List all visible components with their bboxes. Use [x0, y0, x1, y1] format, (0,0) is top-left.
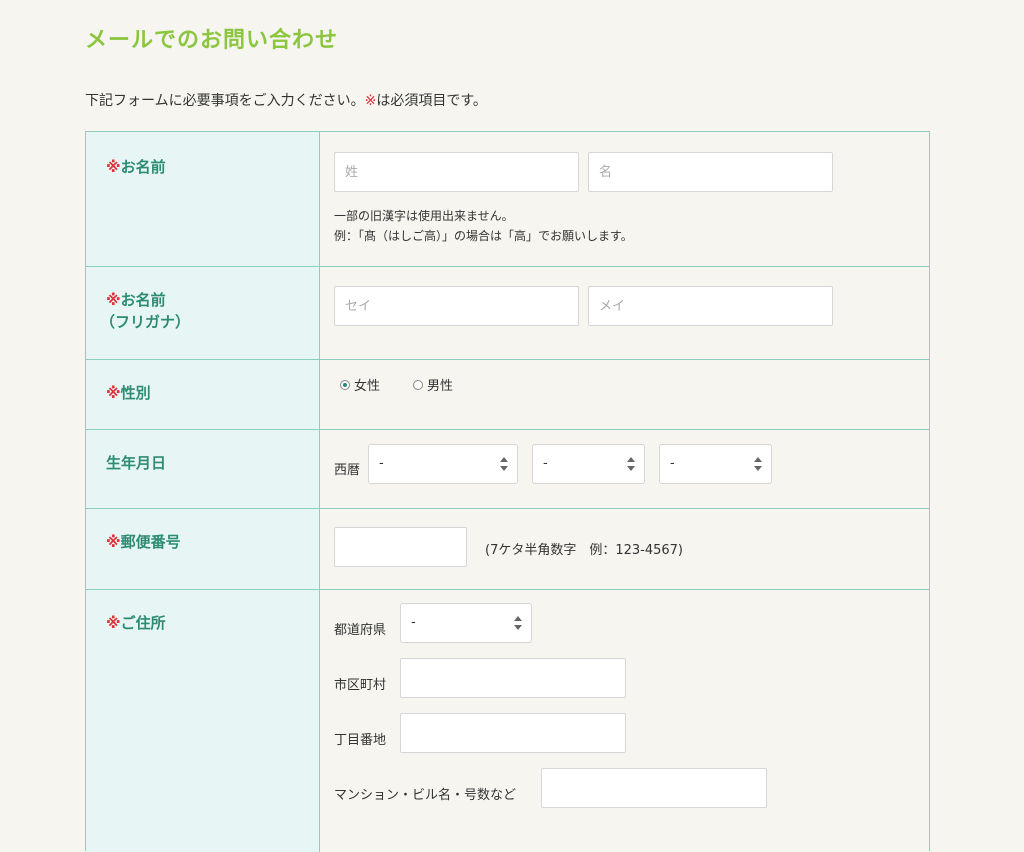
postal-code-input[interactable]	[334, 527, 467, 567]
building-input[interactable]	[541, 768, 767, 808]
row-kana: ※お名前 （フリガナ）	[86, 267, 929, 360]
radio-male[interactable]	[413, 380, 423, 390]
form-intro: 下記フォームに必要事項をご入力ください。※は必須項目です。	[85, 90, 487, 110]
name-label: ※お名前	[106, 158, 166, 176]
intro-text: 下記フォームに必要事項をご入力ください。	[85, 93, 365, 109]
label-cell: ※性別	[86, 360, 320, 429]
radio-female[interactable]	[340, 380, 350, 390]
row-postal: ※郵便番号 (7ケタ半角数字 例：123-4567)	[86, 509, 929, 590]
select-arrows-icon	[754, 457, 762, 471]
label-cell: 生年月日	[86, 430, 320, 508]
city-input[interactable]	[400, 658, 626, 698]
block-input[interactable]	[400, 713, 626, 753]
building-label: マンション・ビル名・号数など	[334, 788, 517, 803]
contact-form: ※お名前 一部の旧漢字は使用出来ません。 例：「髙（はしご高）」の場合は「高」で…	[85, 131, 930, 852]
name-note-1: 一部の旧漢字は使用出来ません。	[334, 209, 514, 223]
prefecture-select[interactable]: -	[400, 603, 532, 643]
first-name-input[interactable]	[588, 152, 833, 192]
intro-text-2: は必須項目です。	[376, 93, 487, 109]
kana-label-sub: （フリガナ）	[100, 313, 191, 331]
row-gender: ※性別 女性 男性	[86, 360, 929, 430]
city-label: 市区町村	[334, 678, 387, 693]
select-arrows-icon	[514, 616, 522, 630]
name-note-2: 例：「髙（はしご高）」の場合は「高」でお願いします。	[334, 229, 633, 243]
gender-label: ※性別	[106, 384, 151, 402]
select-arrows-icon	[500, 457, 508, 471]
last-name-kana-input[interactable]	[334, 286, 579, 326]
prefecture-label: 都道府県	[334, 623, 387, 638]
last-name-input[interactable]	[334, 152, 579, 192]
first-name-kana-input[interactable]	[588, 286, 833, 326]
label-cell: ※ご住所	[86, 590, 320, 852]
birth-year-select[interactable]: -	[368, 444, 518, 484]
row-name: ※お名前 一部の旧漢字は使用出来ません。 例：「髙（はしご高）」の場合は「高」で…	[86, 132, 929, 267]
radio-female-label[interactable]: 女性	[354, 375, 380, 394]
required-mark: ※	[364, 93, 377, 109]
row-birthday: 生年月日 西暦 - - -	[86, 430, 929, 509]
label-cell: ※郵便番号	[86, 509, 320, 589]
birthday-label: 生年月日	[106, 454, 167, 472]
era-label: 西暦	[334, 463, 361, 478]
label-cell: ※お名前 （フリガナ）	[86, 267, 320, 359]
birth-month-select[interactable]: -	[532, 444, 645, 484]
select-arrows-icon	[627, 457, 635, 471]
birth-day-select[interactable]: -	[659, 444, 772, 484]
postal-hint: (7ケタ半角数字 例：123-4567)	[485, 543, 684, 558]
radio-male-label[interactable]: 男性	[427, 375, 453, 394]
label-cell: ※お名前	[86, 132, 320, 266]
row-address: ※ご住所 都道府県 - 市区町村 丁目番地 マンション・ビル名・号数など	[86, 590, 929, 852]
block-label: 丁目番地	[334, 733, 387, 748]
kana-label: ※お名前	[106, 291, 166, 309]
postal-label: ※郵便番号	[106, 533, 181, 551]
page-title: メールでのお問い合わせ	[85, 28, 339, 53]
address-label: ※ご住所	[106, 614, 166, 632]
